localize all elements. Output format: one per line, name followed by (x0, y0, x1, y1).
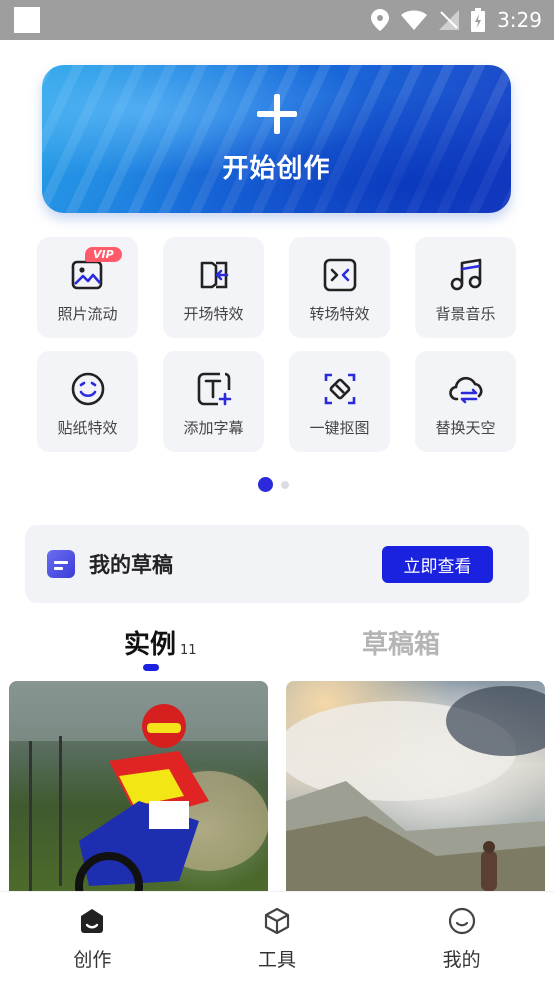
nav-label: 创作 (73, 949, 112, 971)
replace-sky-icon (448, 376, 482, 404)
sticker-smile-icon (71, 372, 104, 406)
tool-label: 替换天空 (435, 419, 496, 437)
tool-label: 贴纸特效 (57, 419, 118, 437)
tool-background-music[interactable]: 背景音乐 (415, 237, 516, 338)
clock: 3:29 (497, 8, 542, 32)
tab-examples-count: 11 (180, 643, 197, 658)
wifi-icon (401, 10, 428, 30)
tool-replace-sky[interactable]: 替换天空 (415, 351, 516, 452)
tool-label: 照片流动 (57, 305, 118, 323)
example-thumbnail-landscape[interactable] (286, 681, 545, 891)
tab-examples[interactable]: 实例 11 (124, 624, 197, 661)
tool-photo-flow[interactable]: VIP 照片流动 (37, 237, 138, 338)
landscape-image (286, 686, 545, 891)
pager-dot-active[interactable] (258, 477, 273, 492)
location-icon (371, 9, 390, 31)
motocross-image (9, 681, 268, 891)
photo-flow-icon (71, 260, 102, 290)
tool-grid: VIP 照片流动 开场特效 转场特效 背景音乐 贴纸特效 添加字幕 一键抠图 替… (37, 237, 516, 452)
example-thumbnail-motocross[interactable] (9, 681, 268, 891)
start-create-banner[interactable]: 开始创作 (42, 65, 511, 213)
tool-intro-effect[interactable]: 开场特效 (163, 237, 264, 338)
tool-label: 背景音乐 (435, 305, 496, 323)
profile-smile-icon (448, 907, 475, 935)
plus-icon (256, 93, 297, 134)
no-signal-icon (439, 10, 460, 30)
tool-transition-effect[interactable]: 转场特效 (289, 237, 390, 338)
nav-item-profile[interactable]: 我的 (369, 892, 554, 986)
music-note-icon (450, 258, 481, 291)
tool-label: 添加字幕 (183, 419, 244, 437)
view-drafts-button[interactable]: 立即查看 (382, 545, 493, 583)
tools-cube-icon (264, 907, 290, 935)
my-drafts-card: 我的草稿 立即查看 (25, 525, 529, 603)
notification-icon (14, 7, 40, 33)
banner-title: 开始创作 (222, 153, 331, 184)
tool-label: 一键抠图 (309, 419, 370, 437)
intro-effect-icon (200, 261, 228, 289)
tool-cutout[interactable]: 一键抠图 (289, 351, 390, 452)
nav-item-tools[interactable]: 工具 (185, 892, 370, 986)
tool-add-subtitle[interactable]: 添加字幕 (163, 351, 264, 452)
battery-charging-icon (471, 8, 486, 32)
status-icons: 3:29 (371, 8, 542, 32)
tool-label: 开场特效 (183, 305, 244, 323)
cutout-icon (324, 373, 355, 405)
bottom-nav: 创作 工具 我的 (0, 891, 554, 986)
drafts-icon (47, 550, 75, 578)
tab-active-indicator (143, 664, 159, 671)
transition-effect-icon (323, 258, 356, 292)
create-icon (81, 909, 104, 933)
pager-dots (258, 477, 289, 492)
nav-label: 我的 (442, 949, 481, 971)
tool-sticker-effect[interactable]: 贴纸特效 (37, 351, 138, 452)
tab-examples-label: 实例 (124, 630, 177, 660)
tool-label: 转场特效 (309, 305, 370, 323)
nav-label: 工具 (258, 949, 297, 971)
drafts-title: 我的草稿 (89, 553, 173, 577)
tab-drafts[interactable]: 草稿箱 (362, 624, 440, 661)
add-subtitle-icon (197, 372, 231, 406)
pager-dot[interactable] (281, 480, 289, 489)
status-bar: 3:29 (0, 0, 554, 40)
nav-item-create[interactable]: 创作 (0, 892, 185, 986)
vip-badge: VIP (85, 247, 122, 262)
